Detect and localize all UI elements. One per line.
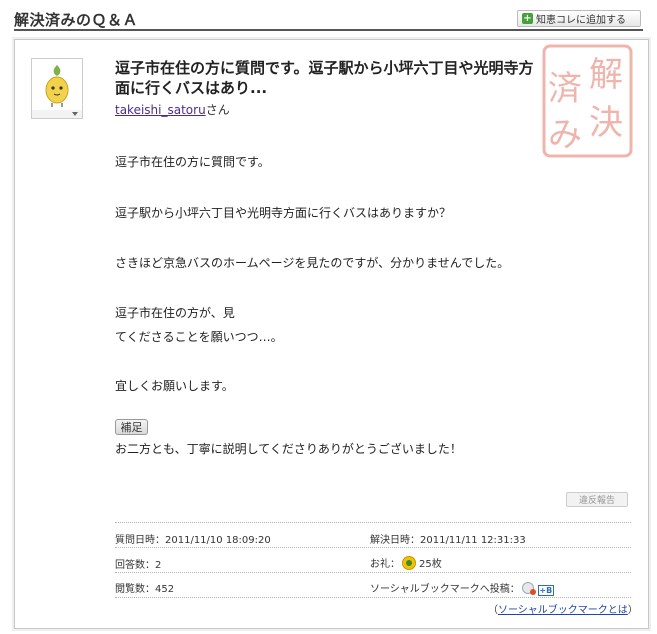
question-body-p4b: てくださることを願いつつ…。 [115,330,283,344]
add-to-collection-button[interactable]: + 知恵コレに追加する [517,10,641,27]
social-bookmark-help-link[interactable]: ソーシャルブックマークとは [498,605,628,616]
meta-divider [115,547,631,548]
coin-icon [402,556,416,570]
sprout-character-icon [45,65,69,107]
social-bookmark-row: ソーシャルブックマークへ投稿： +B [370,582,554,596]
view-count: 閲覧数：452 [115,584,175,595]
answer-count: 回答数：2 [115,560,162,571]
meta-divider [115,522,631,523]
hatena-bookmark-icon[interactable]: +B [537,585,554,596]
question-body-p5: 宜しくお願いします。 [115,379,234,393]
asked-datetime: 質問日時：2011/11/10 18:09:20 [115,535,271,546]
header-divider [14,29,643,31]
question-body-p4a: 逗子市在住の方が、見 [115,306,235,320]
question-body-p1: 逗子市在住の方に質問です。 [115,155,270,169]
resolved-stamp-icon: 解 決 済 み [542,44,633,158]
resolved-datetime: 解決日時：2011/11/11 12:31:33 [370,535,526,546]
meta-divider [115,597,631,598]
chevron-down-icon [72,112,78,116]
question-body-p2: 逗子駅から小坪六丁目や光明寺方面に行くバスはありますか？ [115,206,452,220]
svg-text:解: 解 [589,55,623,95]
supplement-badge: 補足 [115,419,148,435]
questioner-link[interactable]: takeishi_satoru [115,103,206,117]
add-to-collection-label: 知恵コレに追加する [536,15,626,26]
svg-text:み: み [548,115,582,155]
bookmark-service-icon[interactable] [521,582,536,595]
svg-text:決: 決 [589,103,623,143]
social-bookmark-help: （ソーシャルブックマークとは） [488,605,638,616]
question-title: 逗子市在住の方に質問です。逗子駅から小坪六丁目や光明寺方面に行くバスはあり... [115,59,534,97]
svg-text:済: 済 [548,69,582,109]
questioner-line: takeishi_satoruさん [115,101,230,118]
page-title: 解決済みのＱ＆Ａ [14,11,139,29]
plus-icon: + [522,13,533,24]
honorific: さん [205,103,230,117]
meta-divider [115,572,631,573]
avatar-dropdown-button[interactable] [31,110,83,119]
avatar[interactable] [31,58,83,118]
reward-info: お礼： 25枚 [370,555,442,570]
supplement-text: お二方とも、丁寧に説明してくださりありがとうございました！ [115,442,462,456]
question-body-p3: さきほど京急バスのホームページを見たのですが、分かりませんでした。 [115,256,510,270]
report-violation-button[interactable]: 違反報告 [566,492,628,507]
